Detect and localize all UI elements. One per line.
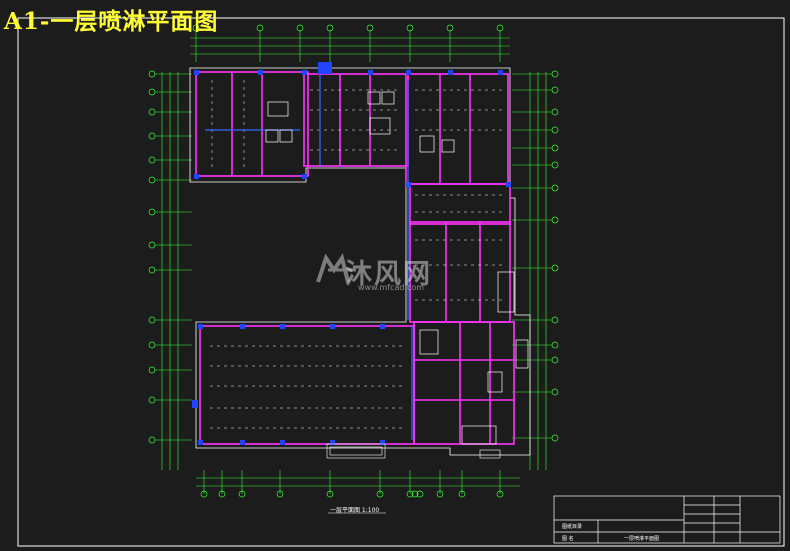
drawing-title: A1-一层喷淋平面图 [4, 8, 219, 35]
left-axis-bubbles [148, 70, 156, 444]
top-dimensions [190, 30, 510, 62]
left-dimensions [155, 72, 192, 470]
bottom-dimensions [196, 470, 520, 494]
title-block [553, 495, 781, 544]
bottom-axis-bubbles [200, 490, 504, 498]
right-axis-bubbles [551, 70, 559, 442]
watermark-url: www.mfcad.com [358, 283, 425, 292]
entrance-steps [326, 443, 501, 459]
drawing-caption: 一层平面图 1:100 [330, 507, 380, 514]
top-axis-bubbles [192, 24, 504, 32]
title-block-label-2: 图 名 [562, 536, 574, 542]
right-dimensions [512, 72, 552, 470]
title-block-label-1: 图纸目录 [562, 524, 583, 530]
title-block-drawing-name: 一层喷淋平面图 [624, 536, 660, 542]
